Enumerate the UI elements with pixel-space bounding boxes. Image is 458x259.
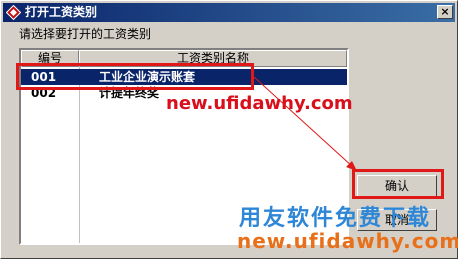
watermark-url-middle: new.ufidawhy.com: [166, 93, 353, 114]
dialog-window: 打开工资类别 × 请选择要打开的工资类别 编号 工资类别名称 001 工业企业演…: [0, 0, 458, 259]
watermark-url-bottom: new.ufidawhy.com: [237, 229, 458, 253]
watermark-brand: 用友软件免费下载: [239, 206, 432, 231]
